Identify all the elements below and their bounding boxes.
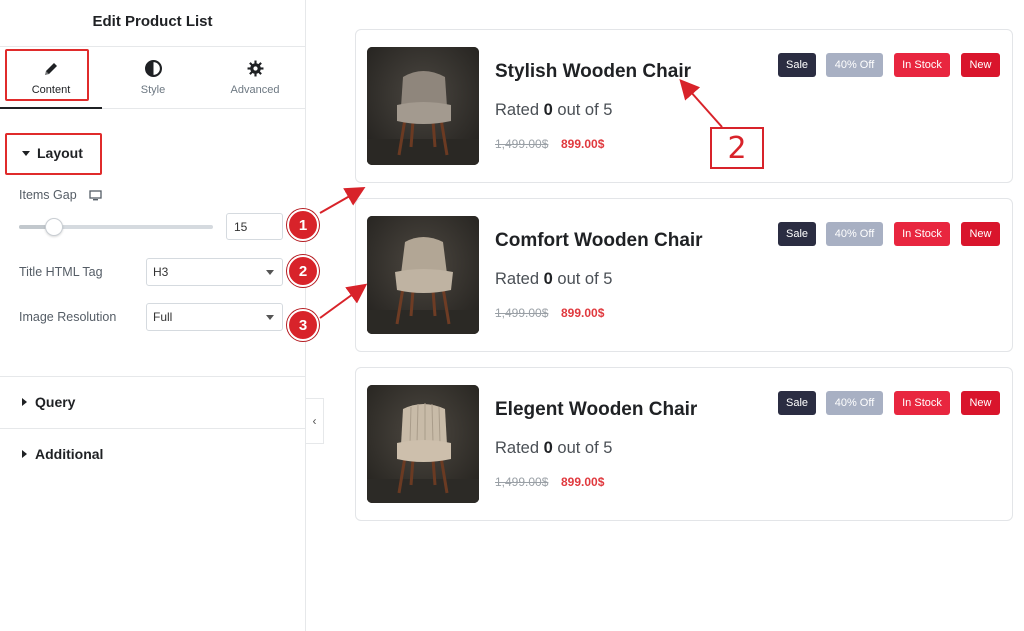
tab-advanced-label: Advanced <box>230 83 280 96</box>
stock-badge: In Stock <box>894 222 950 246</box>
chevron-down-icon <box>266 315 274 320</box>
tab-style-label: Style <box>140 83 166 96</box>
old-price: 1,499.00$ <box>495 475 549 489</box>
caret-down-icon <box>22 150 30 156</box>
product-title[interactable]: Elegent Wooden Chair <box>495 399 697 421</box>
callout-label: 2 <box>710 127 764 169</box>
sale-price: 899.00$ <box>561 475 605 489</box>
sale-badge: Sale <box>778 53 816 77</box>
product-rating: Rated 0 out of 5 <box>495 439 612 458</box>
discount-badge: 40% Off <box>826 53 883 77</box>
rating-suffix: out of 5 <box>552 101 613 119</box>
caret-right-icon <box>22 398 27 406</box>
rating-value: 0 <box>543 439 553 457</box>
rating-prefix: Rated <box>495 101 544 119</box>
collapse-panel-button[interactable]: ‹ <box>306 398 324 444</box>
items-gap-input[interactable]: 15 <box>226 213 283 240</box>
title-tag-select[interactable]: H3 <box>146 258 283 286</box>
rating-value: 0 <box>543 270 553 288</box>
slider-handle[interactable] <box>45 218 63 236</box>
product-card[interactable]: Stylish Wooden Chair Rated 0 out of 5 1,… <box>355 29 1013 183</box>
sale-badge: Sale <box>778 222 816 246</box>
marker-1: 1 <box>287 209 319 241</box>
old-price: 1,499.00$ <box>495 306 549 320</box>
editor-sidebar: Edit Product List Content Style Advanced <box>0 0 306 631</box>
discount-badge: 40% Off <box>826 222 883 246</box>
rating-value: 0 <box>543 101 553 119</box>
tab-content[interactable]: Content <box>0 47 102 109</box>
items-gap-label-text: Items Gap <box>19 188 77 202</box>
desktop-icon[interactable] <box>89 189 102 201</box>
section-query-toggle[interactable]: Query <box>0 377 306 427</box>
marker-3: 3 <box>287 309 319 341</box>
chevron-down-icon <box>266 270 274 275</box>
title-tag-label: Title HTML Tag <box>19 265 103 279</box>
tab-bar: Content Style Advanced <box>0 46 306 109</box>
discount-badge: 40% Off <box>826 391 883 415</box>
new-badge: New <box>961 53 1000 77</box>
image-resolution-value: Full <box>153 310 173 324</box>
sale-price: 899.00$ <box>561 306 605 320</box>
caret-right-icon <box>22 450 27 458</box>
half-circle-icon <box>144 60 162 78</box>
items-gap-slider[interactable] <box>19 218 213 236</box>
marker-2: 2 <box>287 255 319 287</box>
product-rating: Rated 0 out of 5 <box>495 101 612 120</box>
image-resolution-select[interactable]: Full <box>146 303 283 331</box>
product-image[interactable] <box>367 47 479 165</box>
product-image[interactable] <box>367 385 479 503</box>
section-additional-title: Additional <box>35 446 104 462</box>
section-layout-toggle[interactable]: Layout <box>0 128 306 178</box>
sale-price: 899.00$ <box>561 137 605 151</box>
rating-prefix: Rated <box>495 270 544 288</box>
product-card[interactable]: Elegent Wooden Chair Rated 0 out of 5 1,… <box>355 367 1013 521</box>
title-tag-value: H3 <box>153 265 169 279</box>
section-additional-toggle[interactable]: Additional <box>0 429 306 479</box>
rating-suffix: out of 5 <box>552 270 613 288</box>
app-root: Edit Product List Content Style Advanced <box>0 0 1024 631</box>
gear-icon <box>246 60 264 78</box>
rating-prefix: Rated <box>495 439 544 457</box>
old-price: 1,499.00$ <box>495 137 549 151</box>
new-badge: New <box>961 222 1000 246</box>
tab-content-label: Content <box>31 83 71 96</box>
stock-badge: In Stock <box>894 391 950 415</box>
section-query-title: Query <box>35 394 76 410</box>
product-rating: Rated 0 out of 5 <box>495 270 612 289</box>
tab-style[interactable]: Style <box>102 47 204 108</box>
pencil-icon <box>42 60 60 78</box>
product-image[interactable] <box>367 216 479 334</box>
sale-badge: Sale <box>778 391 816 415</box>
panel-title: Edit Product List <box>92 12 213 30</box>
tab-advanced[interactable]: Advanced <box>204 47 306 108</box>
new-badge: New <box>961 391 1000 415</box>
product-card[interactable]: Comfort Wooden Chair Rated 0 out of 5 1,… <box>355 198 1013 352</box>
rating-suffix: out of 5 <box>552 439 613 457</box>
product-title[interactable]: Comfort Wooden Chair <box>495 230 703 252</box>
stock-badge: In Stock <box>894 53 950 77</box>
section-layout-title: Layout <box>37 145 83 161</box>
image-resolution-label: Image Resolution <box>19 310 117 324</box>
product-title[interactable]: Stylish Wooden Chair <box>495 61 691 83</box>
items-gap-label: Items Gap <box>19 188 102 202</box>
